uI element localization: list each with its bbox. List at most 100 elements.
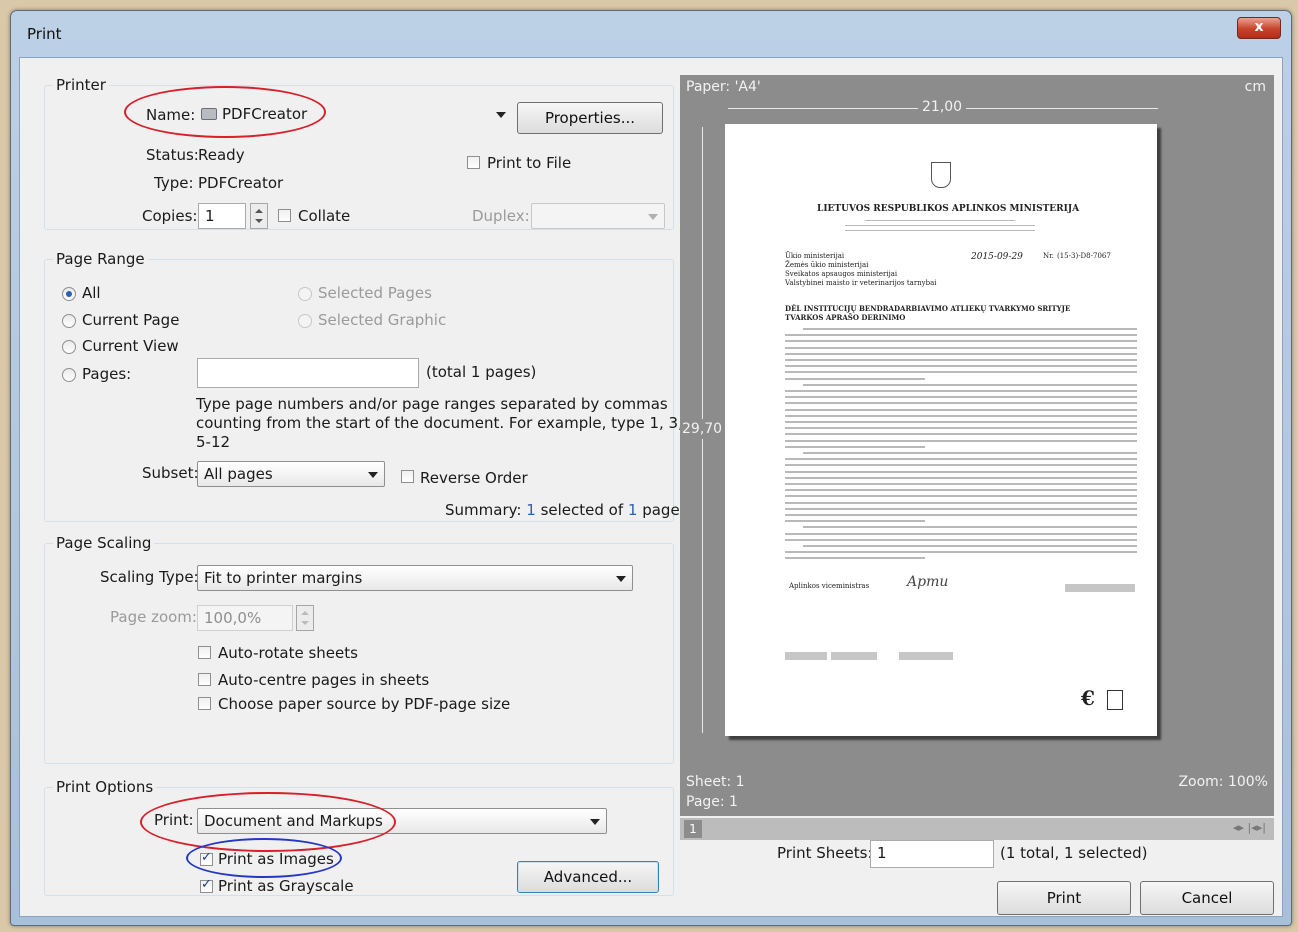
paper-source-checkbox[interactable] — [198, 697, 211, 710]
letter-text-line — [803, 452, 1137, 454]
page-scaling-legend: Page Scaling — [56, 534, 152, 552]
window-title: Print — [27, 25, 62, 43]
scaling-type-label: Scaling Type: — [100, 568, 199, 586]
letter-text-line — [785, 458, 1137, 461]
advanced-button[interactable]: Advanced... — [517, 861, 659, 893]
letter-text-line — [785, 445, 925, 448]
auto-rotate-checkbox[interactable] — [198, 646, 211, 659]
address-line — [845, 230, 1035, 231]
total-pages-label: (total 1 pages) — [426, 363, 537, 381]
radio-current-page[interactable] — [62, 314, 76, 328]
nav-arrows-icon[interactable]: ◂▸ |◂▸| — [1233, 821, 1266, 834]
radio-current-page-label: Current Page — [82, 311, 180, 329]
subset-label: Subset: — [142, 464, 199, 482]
close-button[interactable]: x — [1237, 17, 1281, 39]
radio-selected-graphic[interactable] — [298, 314, 312, 328]
auto-centre-checkbox[interactable] — [198, 673, 211, 686]
subject-line-1: DĖL INSTITUCIJŲ BENDRADARBIAVIMO ATLIEKŲ… — [785, 304, 1071, 313]
pages-help-line-3: 5-12 — [196, 433, 231, 451]
sheet-label: Sheet: 1 — [686, 774, 745, 790]
signature: Apmu — [907, 574, 949, 590]
print-as-grayscale-label: Print as Grayscale — [218, 877, 354, 895]
letter-text-line — [785, 501, 1137, 504]
scaling-type-select[interactable]: Fit to printer margins — [197, 565, 633, 591]
status-label: Status: — [146, 146, 199, 164]
radio-all-label: All — [82, 284, 101, 302]
properties-button[interactable]: Properties... — [517, 102, 663, 134]
page-zoom-label: Page zoom: — [110, 608, 197, 626]
letter-text-line — [785, 557, 925, 560]
scaling-type-value: Fit to printer margins — [204, 569, 363, 587]
redacted-contact — [785, 652, 827, 660]
paper-size-label: Paper: 'A4' — [686, 79, 761, 95]
letter-text-line — [785, 433, 1137, 436]
page-navigator[interactable]: 1 ◂▸ |◂▸| — [680, 818, 1274, 840]
letter-text-line — [803, 328, 1137, 330]
letter-text-line — [785, 390, 1137, 392]
radio-selected-pages[interactable] — [298, 287, 312, 301]
collate-checkbox[interactable] — [278, 209, 291, 222]
summary: Summary: 1 selected of 1 pages — [445, 501, 688, 519]
recipient-3: Sveikatos apsaugos ministerijai — [785, 270, 898, 278]
annotation-circle-name — [124, 86, 326, 138]
current-page-thumb[interactable]: 1 — [684, 820, 702, 838]
cancel-button[interactable]: Cancel — [1140, 881, 1274, 915]
summary-selected: 1 — [526, 501, 536, 519]
radio-current-view[interactable] — [62, 340, 76, 354]
reverse-order-checkbox[interactable] — [401, 470, 414, 483]
letter-text-line — [785, 359, 1137, 361]
auto-rotate-label: Auto-rotate sheets — [218, 644, 358, 662]
print-sheets-input[interactable]: 1 — [870, 840, 994, 868]
chevron-down-icon — [616, 576, 626, 582]
print-sheets-label: Print Sheets: — [777, 844, 873, 862]
radio-pages-label: Pages: — [82, 365, 132, 383]
title-bar: Print x — [11, 11, 1291, 57]
print-to-file-label: Print to File — [487, 154, 572, 172]
preview-page: LIETUVOS RESPUBLIKOS APLINKOS MINISTERIJ… — [725, 124, 1157, 736]
letter-text-line — [785, 408, 1137, 411]
letter-number: (15-3)-D8-7067 — [1057, 252, 1111, 260]
subset-select[interactable]: All pages — [197, 461, 385, 487]
page-zoom-stepper[interactable] — [296, 605, 314, 631]
letter-text-line — [803, 526, 1137, 529]
duplex-select[interactable] — [531, 203, 665, 229]
copies-stepper[interactable] — [250, 203, 268, 229]
letter-text-line — [785, 520, 925, 523]
address-line — [865, 220, 1015, 221]
letter-text-line — [785, 551, 1137, 554]
address-line — [845, 225, 1035, 226]
letter-text-line — [785, 334, 1137, 337]
letter-text-line — [785, 476, 1137, 479]
radio-selected-graphic-label: Selected Graphic — [318, 311, 447, 329]
redacted-name — [1065, 584, 1135, 592]
letter-text-line — [785, 483, 1137, 485]
letter-text-line — [785, 371, 1137, 374]
radio-all[interactable] — [62, 287, 76, 301]
radio-selected-pages-label: Selected Pages — [318, 284, 432, 302]
page-range-legend: Page Range — [56, 250, 145, 268]
duplex-label: Duplex: — [472, 207, 530, 225]
page-zoom-input[interactable]: 100,0% — [197, 605, 293, 631]
letter-text-line — [785, 439, 1137, 442]
letter-text-line — [785, 402, 1137, 405]
pages-input[interactable] — [197, 358, 419, 388]
recipient-2: Žemės ūkio ministerijai — [785, 261, 869, 269]
copies-input[interactable]: 1 — [198, 203, 246, 229]
letter-text-line — [785, 514, 1137, 516]
letter-text-line — [785, 470, 1137, 473]
recipient-1: Ūkio ministerijai — [785, 252, 845, 260]
dialog-body: Printer Name: PDFCreator Properties... S… — [19, 57, 1283, 917]
radio-pages[interactable] — [62, 368, 76, 382]
eco-label-icon — [1107, 690, 1123, 710]
print-as-grayscale-checkbox[interactable] — [200, 877, 213, 893]
print-button[interactable]: Print — [997, 881, 1131, 915]
letter-date: 2015-09-29 — [971, 252, 1023, 262]
print-to-file-checkbox[interactable] — [467, 156, 480, 169]
redacted-contact — [831, 652, 877, 660]
letter-text-line — [785, 538, 1137, 541]
chevron-down-icon — [496, 112, 506, 118]
reverse-order-label: Reverse Order — [420, 469, 528, 487]
letter-text-line — [785, 489, 1137, 492]
letter-text-line — [785, 421, 1137, 423]
chevron-down-icon — [590, 819, 600, 825]
